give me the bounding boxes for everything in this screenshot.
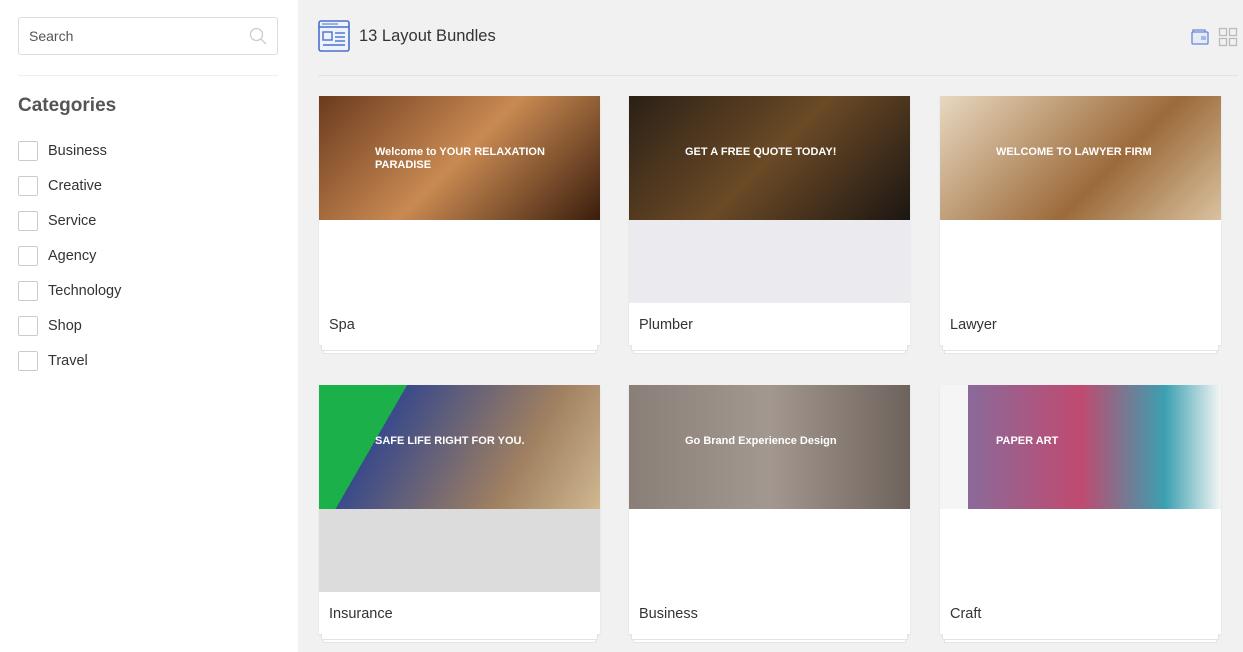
category-creative[interactable]: Creative [18,168,121,203]
card-stack [942,634,1219,640]
thumbnail-heading: PAPER ART [996,435,1059,447]
category-service[interactable]: Service [18,203,121,238]
category-travel[interactable]: Travel [18,343,121,378]
category-agency[interactable]: Agency [18,238,121,273]
search-icon[interactable] [249,27,267,45]
checkbox[interactable] [18,350,38,371]
bundle-name: Insurance [319,592,600,634]
bundle-card-plumber[interactable]: GET A FREE QUOTE TODAY! Plumber [629,96,910,354]
bundle-thumbnail[interactable]: GET A FREE QUOTE TODAY! [629,96,910,303]
category-label: Travel [48,352,88,369]
category-technology[interactable]: Technology [18,273,121,308]
bundle-card-business[interactable]: Go Brand Experience Design Business [629,385,910,643]
category-label: Creative [48,177,102,194]
category-label: Technology [48,282,122,299]
card-stack [631,345,908,351]
sidebar: Categories Business Creative Service Agency… [0,0,298,652]
thumbnail-heading: WELCOME TO LAWYER FIRM [996,146,1152,158]
bundle-name: Business [629,592,910,634]
card-stack [321,634,598,640]
bundle-card-spa[interactable]: Welcome to YOUR RELAXATION PARADISE Spa [319,96,600,354]
layout-icon [318,20,350,52]
bundle-count-title: 13 Layout Bundles [359,26,496,45]
page-header: 13 Layout Bundles [318,20,496,52]
category-label: Service [48,212,97,229]
bundle-thumbnail[interactable]: Welcome to YOUR RELAXATION PARADISE [319,96,600,303]
checkbox[interactable] [18,140,38,161]
card-stack [942,345,1219,351]
thumbnail-heading: Go Brand Experience Design [685,435,837,447]
bundle-card-lawyer[interactable]: WELCOME TO LAWYER FIRM Lawyer [940,96,1221,354]
bundle-name: Plumber [629,303,910,345]
bundle-name: Craft [940,592,1221,634]
categories-title: Categories [18,95,117,116]
folder-icon[interactable] [1190,27,1210,47]
checkbox[interactable] [18,175,38,196]
divider [18,75,278,76]
search-input[interactable] [29,28,249,44]
card-stack [631,634,908,640]
bundle-card-craft[interactable]: PAPER ART Craft [940,385,1221,643]
search-box[interactable] [18,17,278,55]
checkbox[interactable] [18,210,38,231]
bundle-name: Lawyer [940,303,1221,345]
category-label: Business [48,142,107,159]
category-shop[interactable]: Shop [18,308,121,343]
thumbnail-heading: Welcome to YOUR RELAXATION PARADISE [375,146,545,171]
grid-icon[interactable] [1218,27,1238,47]
view-toolbar [1190,27,1238,47]
bundle-thumbnail[interactable]: WELCOME TO LAWYER FIRM [940,96,1221,303]
checkbox[interactable] [18,245,38,266]
category-list: Business Creative Service Agency Technology S… [18,133,121,378]
category-label: Agency [48,247,97,264]
thumbnail-heading: SAFE LIFE RIGHT FOR YOU. [375,435,525,447]
category-business[interactable]: Business [18,133,121,168]
thumbnail-heading: GET A FREE QUOTE TODAY! [685,146,837,158]
bundle-name: Spa [319,303,600,345]
category-label: Shop [48,317,82,334]
card-stack [321,345,598,351]
bundle-thumbnail[interactable]: Go Brand Experience Design [629,385,910,592]
checkbox[interactable] [18,315,38,336]
divider [318,75,1238,76]
bundle-thumbnail[interactable]: SAFE LIFE RIGHT FOR YOU. [319,385,600,592]
bundle-card-insurance[interactable]: SAFE LIFE RIGHT FOR YOU. Insurance [319,385,600,643]
bundle-thumbnail[interactable]: PAPER ART [940,385,1221,592]
checkbox[interactable] [18,280,38,301]
